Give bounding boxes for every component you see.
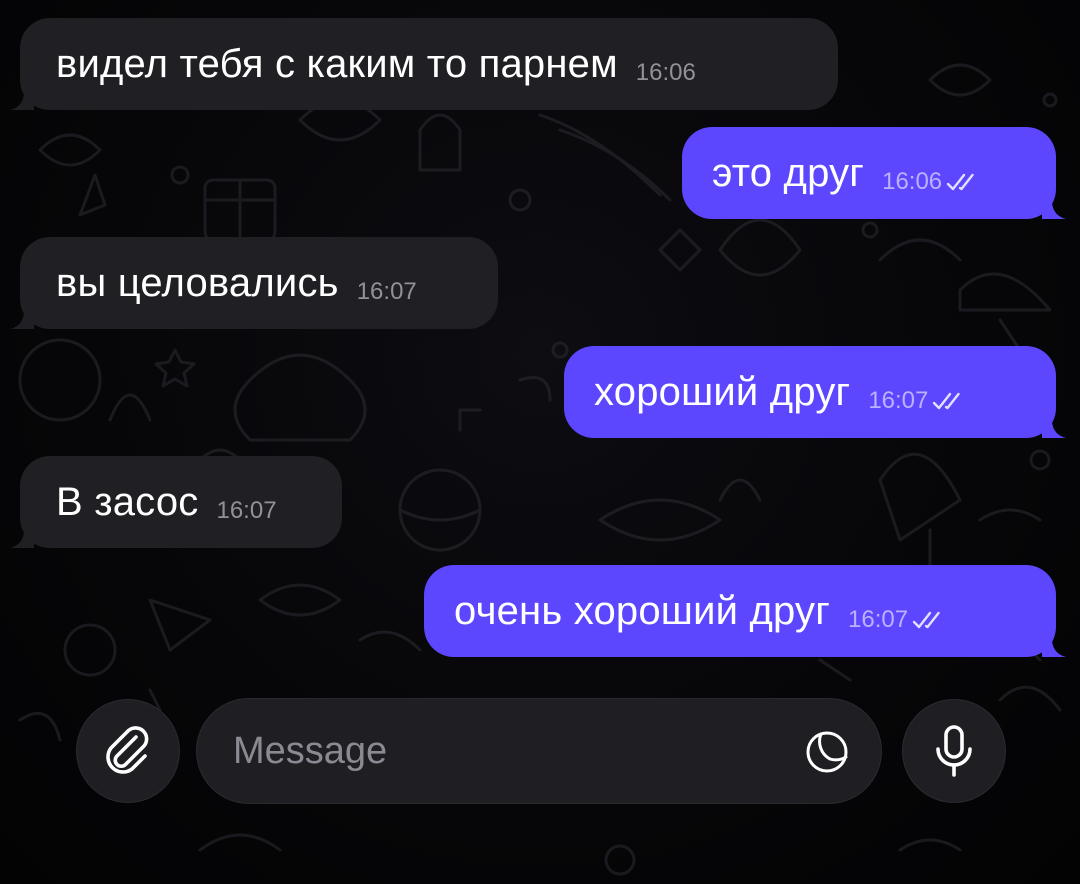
message-time: 16:07 <box>848 606 909 633</box>
read-checkmarks-icon <box>912 611 940 629</box>
message-text: это друг <box>712 151 865 195</box>
bubble-tail <box>1042 414 1066 438</box>
message-time: 16:07 <box>216 497 277 524</box>
read-checkmarks-icon <box>946 173 974 191</box>
sticker-icon <box>806 731 848 773</box>
message-bubble-incoming[interactable]: вы целовались 16:07 <box>10 237 498 329</box>
attach-button[interactable] <box>76 699 180 803</box>
message-bubble-outgoing[interactable]: хороший друг 16:07 <box>564 346 1066 438</box>
voice-message-button[interactable] <box>902 699 1006 803</box>
bubble-tail <box>1042 195 1066 219</box>
message-text: видел тебя с каким то парнем <box>56 42 618 86</box>
message-bubble-incoming[interactable]: В засос 16:07 <box>10 456 342 548</box>
message-bubble-incoming[interactable]: видел тебя с каким то парнем 16:06 <box>10 18 838 110</box>
bubble-tail <box>1042 633 1066 657</box>
chat-screen: видел тебя с каким то парнем 16:06 это д… <box>0 0 1080 884</box>
message-text: хороший друг <box>594 370 851 414</box>
message-text: В засос <box>56 480 199 524</box>
message-time: 16:07 <box>356 278 417 305</box>
message-bubble-outgoing[interactable]: очень хороший друг 16:07 <box>424 565 1066 657</box>
message-time: 16:06 <box>882 168 943 195</box>
paperclip-icon <box>106 726 149 774</box>
bubble-tail <box>10 524 34 548</box>
message-time: 16:07 <box>868 387 929 414</box>
sticker-button[interactable] <box>799 724 855 780</box>
message-input[interactable] <box>231 728 755 774</box>
message-bubble-outgoing[interactable]: это друг 16:06 <box>682 127 1066 219</box>
microphone-icon <box>936 725 972 777</box>
message-input-container[interactable] <box>196 698 882 804</box>
bubble-tail <box>10 305 34 329</box>
message-text: очень хороший друг <box>454 589 831 633</box>
bubble-tail <box>10 86 34 110</box>
message-time: 16:06 <box>635 59 696 86</box>
read-checkmarks-icon <box>933 392 961 410</box>
message-text: вы целовались <box>56 261 339 305</box>
